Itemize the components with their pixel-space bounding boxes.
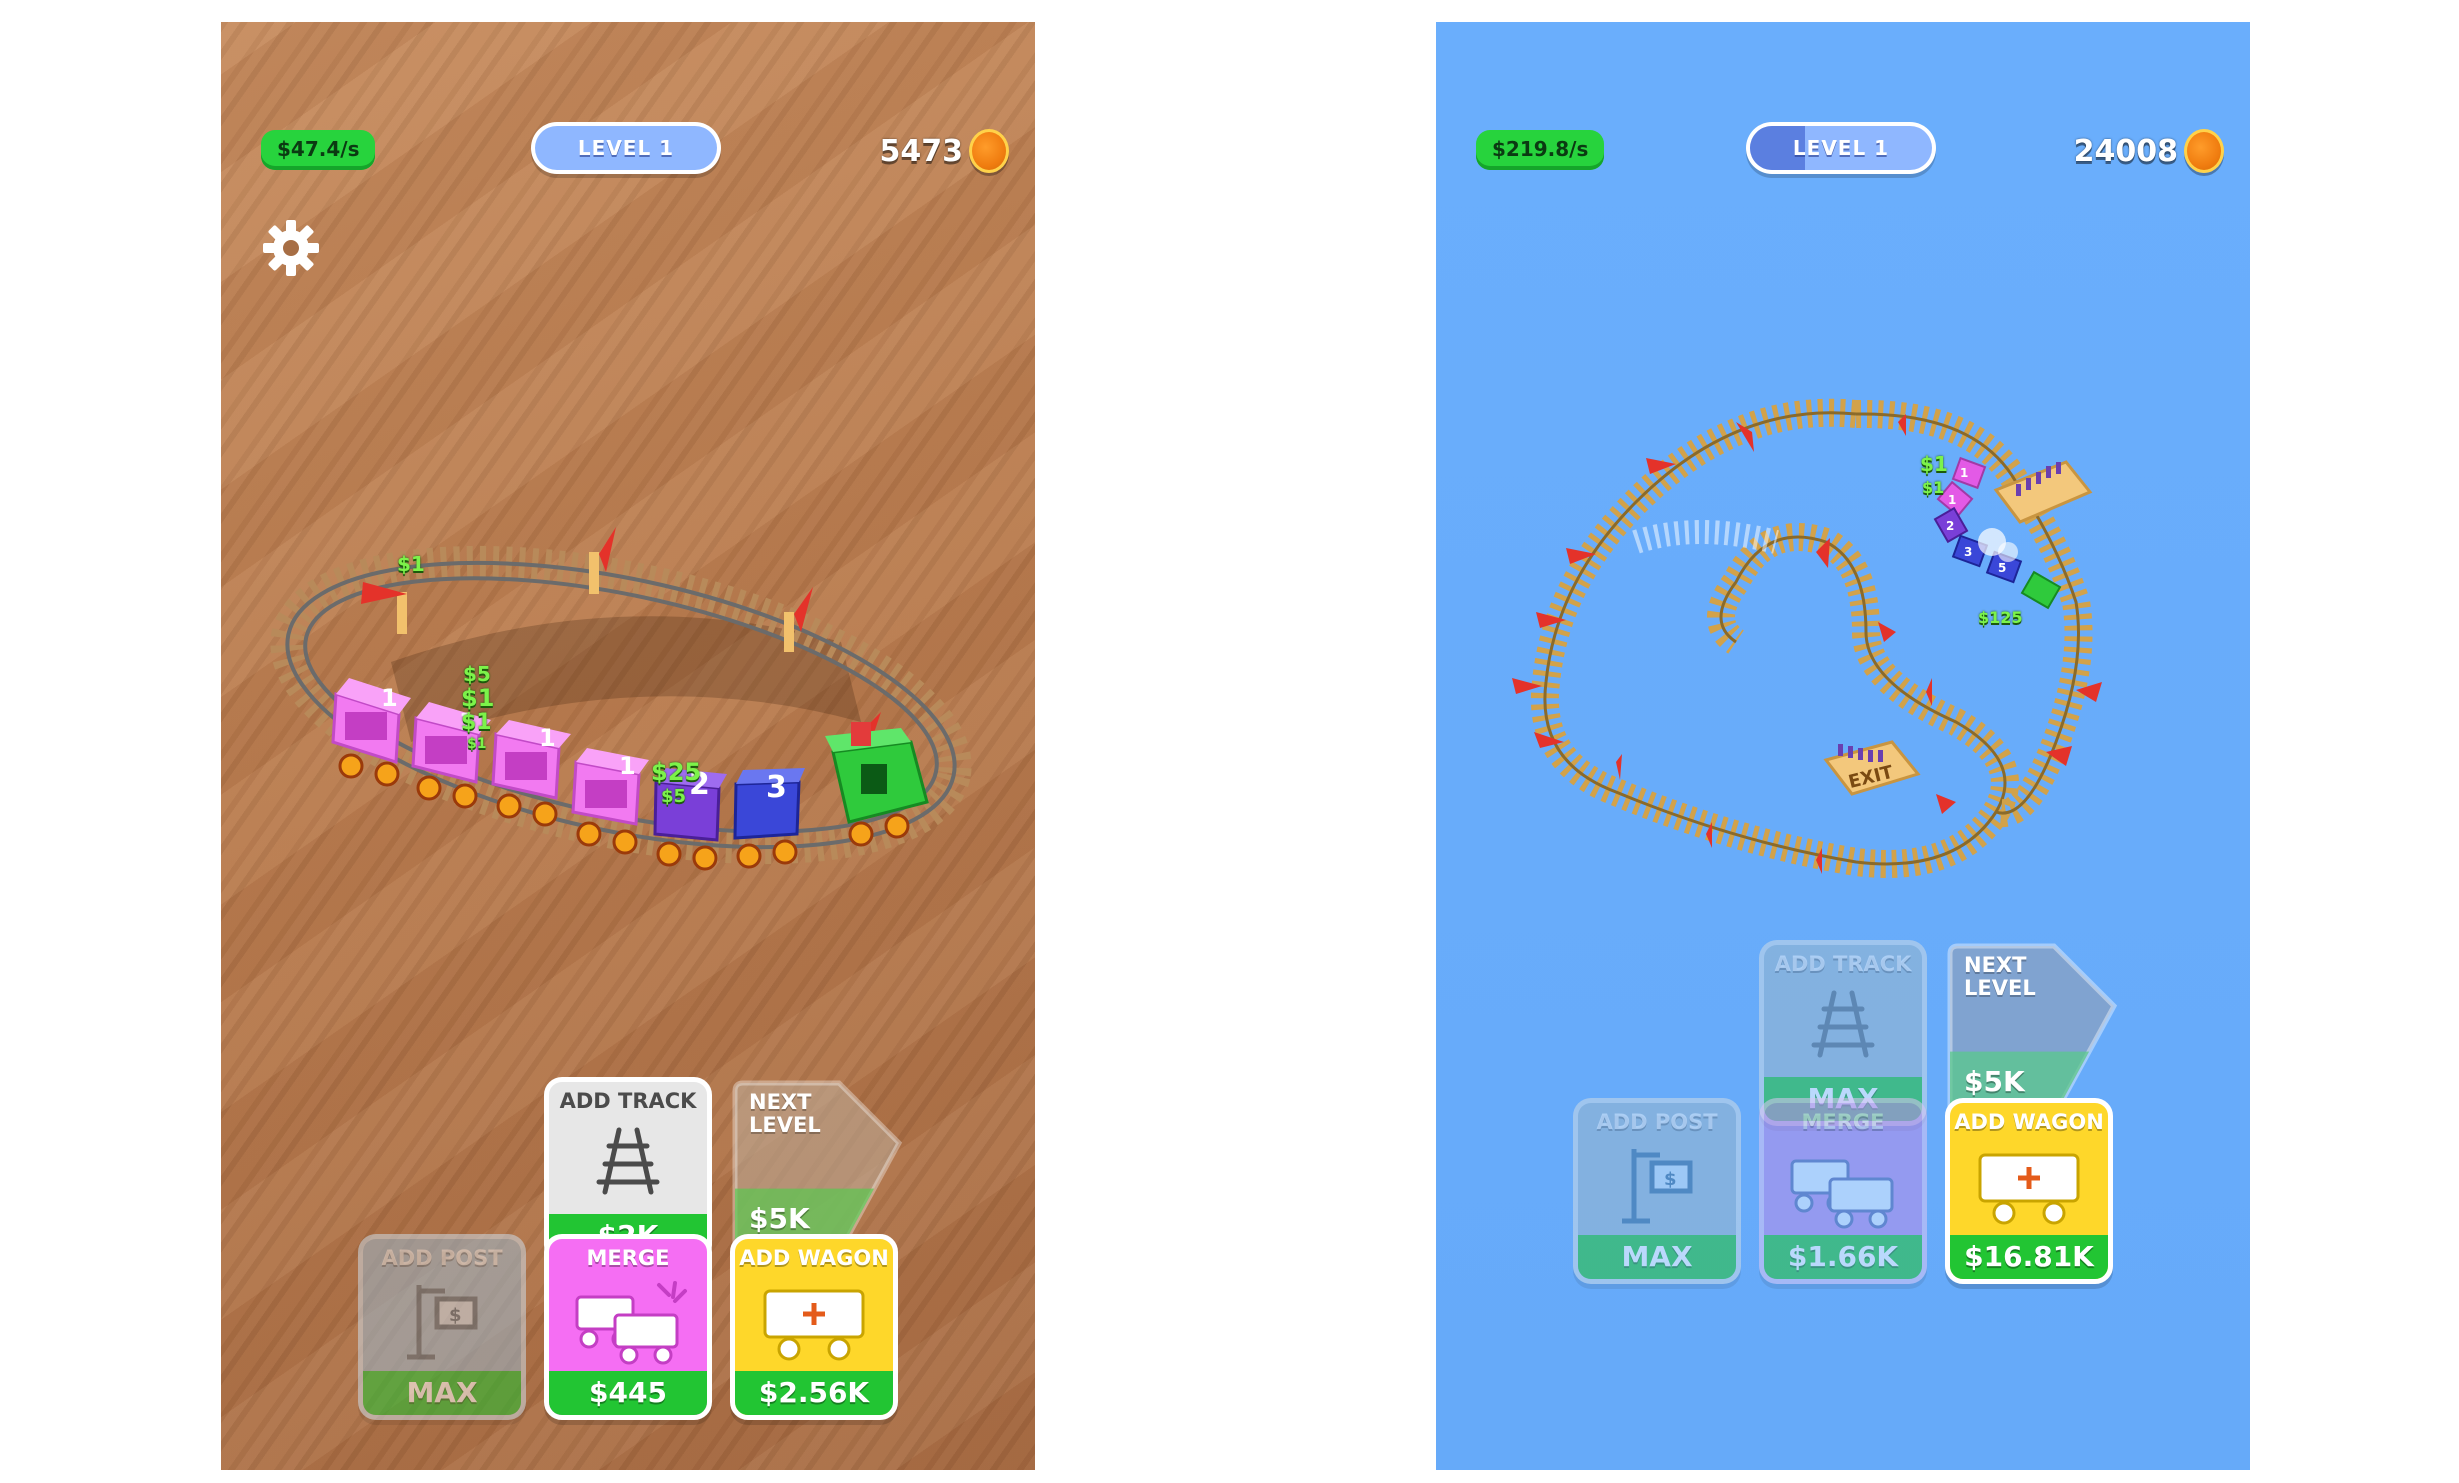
track-icon <box>596 1127 660 1195</box>
merge-title: MERGE <box>586 1246 670 1270</box>
coin-icon <box>2184 129 2224 173</box>
add-wagon-title: ADD WAGON <box>1954 1110 2104 1134</box>
floating-money: $125 <box>1978 608 2023 627</box>
add-wagon-button[interactable]: ADD WAGON $16.81K <box>1945 1098 2113 1284</box>
floating-money: $25 <box>651 758 702 786</box>
floating-money: $1 <box>467 736 487 752</box>
floating-money: $1 <box>461 710 492 735</box>
add-wagon-icon <box>763 1289 865 1361</box>
add-wagon-price: $2.56K <box>735 1371 893 1415</box>
next-level-title: NEXT LEVEL <box>749 1090 821 1137</box>
add-wagon-button[interactable]: ADD WAGON $2.56K <box>730 1234 898 1420</box>
settings-button[interactable] <box>261 218 321 278</box>
next-level-price: $5K <box>749 1202 810 1235</box>
next-level-title: NEXT LEVEL <box>1964 953 2036 1000</box>
exit-platform: EXIT <box>1823 740 1921 796</box>
add-post-price: MAX <box>1578 1235 1736 1279</box>
wagon-number: 1 <box>1948 493 1956 507</box>
level-progress: LEVEL 1 <box>1746 122 1936 174</box>
add-track-title: ADD TRACK <box>559 1089 697 1113</box>
money-post-icon: $ <box>407 1285 478 1360</box>
svg-text:$: $ <box>449 1305 462 1326</box>
track-loop <box>1530 398 2093 878</box>
add-post-button[interactable]: ADD POST $ MAX <box>1573 1098 1741 1284</box>
merge-wagons-icon <box>1790 1159 1894 1229</box>
merge-title: MERGE <box>1801 1110 1885 1134</box>
floating-money: $1 <box>461 684 495 712</box>
add-post-price: MAX <box>363 1371 521 1415</box>
wagon-number: 1 <box>381 684 398 712</box>
add-post-title: ADD POST <box>1596 1110 1718 1134</box>
floating-money: $1 <box>1920 452 1948 476</box>
add-post-button[interactable]: ADD POST $ MAX <box>358 1234 526 1420</box>
coin-count: 24008 <box>2073 133 2178 169</box>
merge-button[interactable]: MERGE $445 <box>544 1234 712 1420</box>
floating-money: $5 <box>661 786 687 807</box>
money-post-icon: $ <box>1622 1149 1693 1224</box>
income-rate: $47.4/s <box>261 130 376 170</box>
merge-price: $445 <box>549 1371 707 1415</box>
level-label: LEVEL 1 <box>577 136 675 160</box>
svg-text:$: $ <box>1664 1169 1677 1190</box>
gear-icon <box>263 220 319 276</box>
app-canvas: 1 1 1 1 2 3 $1 $5 $1 $1 $1 $25 $5 $47.4/… <box>0 0 2459 1483</box>
next-level-price: $5K <box>1964 1065 2025 1098</box>
merge-wagons-icon <box>575 1281 687 1365</box>
add-post-title: ADD POST <box>381 1246 503 1270</box>
floating-money: $1 <box>1922 478 1945 497</box>
track-icon <box>1811 990 1875 1058</box>
wagon-number: 1 <box>1960 466 1968 480</box>
wagon <box>491 720 571 827</box>
wagon-number: 1 <box>539 724 556 752</box>
level-progress: LEVEL 1 <box>531 122 721 174</box>
add-wagon-price: $16.81K <box>1950 1235 2108 1279</box>
game-screen-left: 1 1 1 1 2 3 $1 $5 $1 $1 $1 $25 $5 $47.4/… <box>221 22 1035 1470</box>
level-label: LEVEL 1 <box>1792 136 1890 160</box>
merge-button[interactable]: MERGE $1.66K <box>1759 1098 1927 1284</box>
coin-count: 5473 <box>879 133 964 169</box>
add-track-title: ADD TRACK <box>1774 952 1912 976</box>
coin-balance: 24008 <box>2074 126 2224 176</box>
floating-money: $5 <box>463 662 491 686</box>
merge-price: $1.66K <box>1764 1235 1922 1279</box>
wagon-number: 5 <box>1998 561 2006 575</box>
game-screen-right: EXIT 1 1 2 3 5 $1 $1 $125 $219.8/s LEVEL… <box>1436 22 2250 1470</box>
wagon-number: 3 <box>1964 545 1972 559</box>
add-wagon-icon <box>1978 1153 2080 1225</box>
floating-money: $1 <box>397 552 425 576</box>
wagon-number: 2 <box>1946 519 1954 533</box>
wagon-number: 3 <box>766 770 787 805</box>
coin-icon <box>969 129 1009 173</box>
add-wagon-title: ADD WAGON <box>739 1246 889 1270</box>
flag-post <box>361 582 407 634</box>
wagon-number: 1 <box>619 752 636 780</box>
coin-balance: 5473 <box>879 126 1009 176</box>
income-rate: $219.8/s <box>1476 130 1605 170</box>
